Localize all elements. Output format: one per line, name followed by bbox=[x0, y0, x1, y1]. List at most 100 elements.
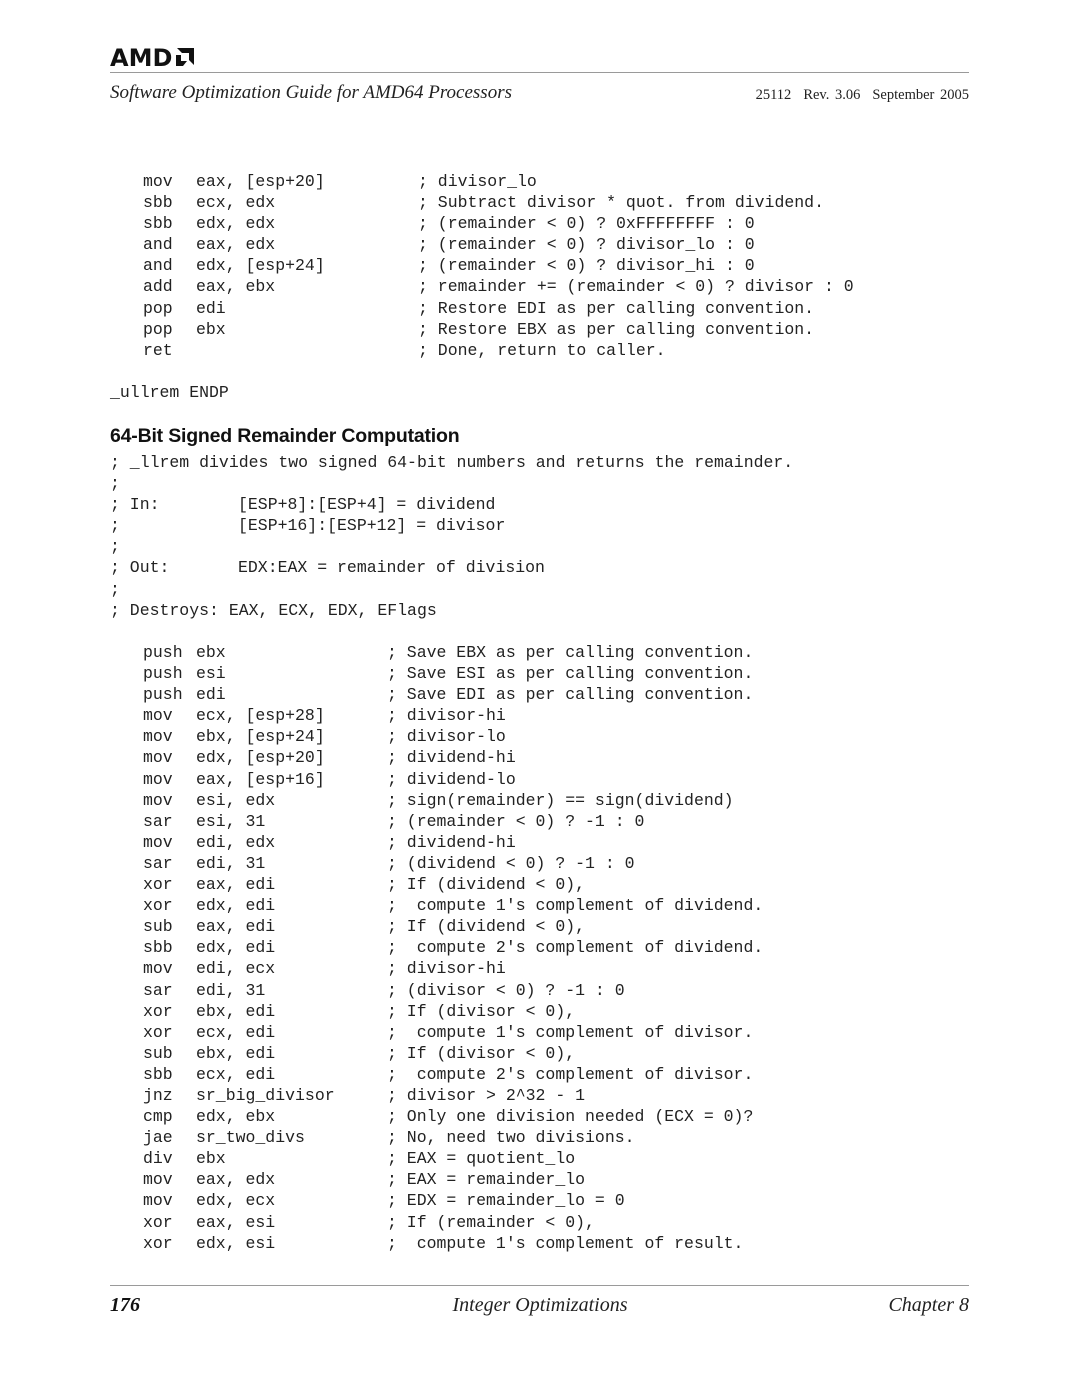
instruction-mnemonic: pop bbox=[143, 298, 173, 318]
code-comment: ; If (divisor < 0), bbox=[387, 1043, 576, 1063]
chapter-label: Chapter 8 bbox=[888, 1294, 969, 1316]
instruction-mnemonic: xor bbox=[143, 1022, 173, 1042]
instruction-mnemonic: mov bbox=[143, 790, 173, 810]
code-comment: ; sign(remainder) == sign(dividend) bbox=[387, 790, 734, 810]
amd-arrow-logo-icon bbox=[176, 48, 195, 66]
code-comment: ; Done, return to caller. bbox=[418, 340, 666, 360]
instruction-operands: edi bbox=[196, 298, 226, 318]
instruction-mnemonic: sbb bbox=[143, 214, 173, 234]
instruction-mnemonic: div bbox=[143, 1149, 173, 1169]
code-comment: ; divisor-lo bbox=[387, 727, 506, 747]
instruction-operands: ebx bbox=[196, 1149, 226, 1169]
instruction-operands: ebx bbox=[196, 643, 226, 662]
document-number: 25112 bbox=[755, 87, 792, 103]
instruction-operands: edi, 31 bbox=[196, 853, 266, 873]
comment-label: ; bbox=[110, 579, 120, 599]
comment-label: ; Out: bbox=[110, 558, 170, 578]
instruction-operands: edx, edi bbox=[196, 938, 276, 958]
instruction-mnemonic: xor bbox=[143, 1001, 173, 1021]
instruction-mnemonic: jnz bbox=[143, 1085, 173, 1105]
code-comment: ; compute 2's complement of divisor. bbox=[387, 1064, 754, 1084]
instruction-operands: eax, [esp+20] bbox=[196, 172, 325, 191]
instruction-operands: sr_two_divs bbox=[196, 1128, 305, 1148]
code-comment: ; Subtract divisor * quot. from dividend… bbox=[418, 193, 824, 213]
comment-label: ; bbox=[110, 516, 120, 536]
instruction-mnemonic: sbb bbox=[143, 938, 173, 958]
instruction-operands: ebx, edi bbox=[196, 1043, 276, 1063]
instruction-operands: eax, edx bbox=[196, 1170, 276, 1190]
code-comment: ; dividend-hi bbox=[387, 832, 516, 852]
instruction-operands: ebx, [esp+24] bbox=[196, 727, 325, 747]
document-date: September 2005 bbox=[872, 87, 969, 103]
code-comment: ; No, need two divisions. bbox=[387, 1128, 635, 1148]
code-comment: ; divisor > 2^32 - 1 bbox=[387, 1085, 586, 1105]
instruction-mnemonic: push bbox=[143, 685, 183, 705]
code-comment: ; compute 2's complement of dividend. bbox=[387, 938, 764, 958]
code-comment: ; (remainder < 0) ? divisor_lo : 0 bbox=[418, 235, 755, 255]
instruction-mnemonic: sbb bbox=[143, 193, 173, 213]
instruction-mnemonic: push bbox=[143, 643, 183, 662]
code-comment: ; If (dividend < 0), bbox=[387, 875, 586, 895]
instruction-mnemonic: sar bbox=[143, 811, 173, 831]
comment-value: [ESP+16]:[ESP+12] = divisor bbox=[238, 516, 506, 536]
code-comment: ; remainder += (remainder < 0) ? divisor… bbox=[418, 277, 854, 297]
code-comment: ; dividend-lo bbox=[387, 769, 516, 789]
code-comment: ; If (divisor < 0), bbox=[387, 1001, 576, 1021]
instruction-operands: eax, edi bbox=[196, 917, 276, 937]
code-comment: ; (remainder < 0) ? divisor_hi : 0 bbox=[418, 256, 755, 276]
instruction-operands: eax, esi bbox=[196, 1212, 276, 1232]
code-comment: ; (remainder < 0) ? 0xFFFFFFFF : 0 bbox=[418, 214, 755, 234]
instruction-mnemonic: sar bbox=[143, 980, 173, 1000]
code-comment: ; EAX = remainder_lo bbox=[387, 1170, 586, 1190]
code-comment: ; Save ESI as per calling convention. bbox=[387, 664, 754, 684]
instruction-operands: ecx, edx bbox=[196, 193, 276, 213]
comment-label: ; _llrem divides two signed 64-bit numbe… bbox=[110, 453, 794, 472]
code-comment: ; Only one division needed (ECX = 0)? bbox=[387, 1107, 754, 1127]
procedure-end: _ullrem ENDP bbox=[110, 383, 229, 402]
code-comment: ; (dividend < 0) ? -1 : 0 bbox=[387, 853, 635, 873]
instruction-operands: edx, [esp+20] bbox=[196, 748, 325, 768]
code-comment: ; divisor_lo bbox=[418, 172, 537, 191]
instruction-operands: edi, edx bbox=[196, 832, 276, 852]
instruction-operands: ecx, edi bbox=[196, 1064, 276, 1084]
code-comment: ; If (dividend < 0), bbox=[387, 917, 586, 937]
instruction-operands: edx, [esp+24] bbox=[196, 256, 325, 276]
instruction-operands: ecx, [esp+28] bbox=[196, 706, 325, 726]
instruction-mnemonic: sub bbox=[143, 917, 173, 937]
instruction-operands: esi bbox=[196, 664, 226, 684]
instruction-mnemonic: and bbox=[143, 256, 173, 276]
instruction-operands: esi, edx bbox=[196, 790, 276, 810]
code-comment: ; divisor-hi bbox=[387, 706, 506, 726]
instruction-mnemonic: xor bbox=[143, 1233, 173, 1253]
document-meta: 25112 Rev. 3.06 September 2005 bbox=[744, 87, 969, 104]
instruction-mnemonic: cmp bbox=[143, 1107, 173, 1127]
code-comment: ; Restore EBX as per calling convention. bbox=[418, 319, 815, 339]
code-comment: ; Save EDI as per calling convention. bbox=[387, 685, 754, 705]
comment-value: [ESP+8]:[ESP+4] = dividend bbox=[238, 495, 496, 515]
instruction-mnemonic: mov bbox=[143, 727, 173, 747]
instruction-mnemonic: mov bbox=[143, 1191, 173, 1211]
instruction-mnemonic: sub bbox=[143, 1043, 173, 1063]
instruction-operands: edi, ecx bbox=[196, 959, 276, 979]
document-revision: Rev. 3.06 bbox=[803, 87, 861, 103]
instruction-operands: sr_big_divisor bbox=[196, 1085, 335, 1105]
instruction-mnemonic: xor bbox=[143, 896, 173, 916]
instruction-mnemonic: mov bbox=[143, 832, 173, 852]
instruction-operands: edi, 31 bbox=[196, 980, 266, 1000]
instruction-mnemonic: xor bbox=[143, 875, 173, 895]
document-title: Software Optimization Guide for AMD64 Pr… bbox=[110, 82, 512, 103]
code-comment: ; Restore EDI as per calling convention. bbox=[418, 298, 815, 318]
instruction-operands: esi, 31 bbox=[196, 811, 266, 831]
instruction-mnemonic: mov bbox=[143, 748, 173, 768]
comment-label: ; bbox=[110, 474, 120, 494]
instruction-mnemonic: mov bbox=[143, 706, 173, 726]
instruction-mnemonic: ret bbox=[143, 340, 173, 360]
instruction-operands: eax, ebx bbox=[196, 277, 276, 297]
instruction-operands: edx, ecx bbox=[196, 1191, 276, 1211]
header-divider bbox=[110, 72, 969, 73]
section-heading: 64-Bit Signed Remainder Computation bbox=[110, 425, 460, 447]
amd-logo: AMD bbox=[110, 46, 195, 70]
code-comment: ; EAX = quotient_lo bbox=[387, 1149, 576, 1169]
instruction-operands: edx, esi bbox=[196, 1233, 276, 1253]
instruction-operands: edx, edx bbox=[196, 214, 276, 234]
